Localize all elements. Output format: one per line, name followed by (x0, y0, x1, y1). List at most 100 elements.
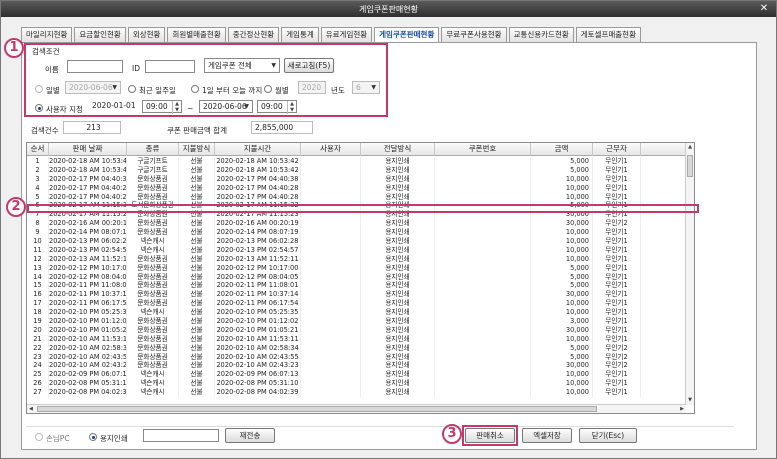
tab-3[interactable]: 회원별매출현황 (167, 27, 226, 42)
scroll-thumb[interactable] (687, 155, 693, 177)
table-row[interactable]: 14 2020-02-12 PM 08:04:05 문화상품권 선불 2020-02-1… (27, 272, 686, 282)
reissue-input[interactable] (143, 429, 219, 442)
table-cell (301, 254, 361, 264)
table-cell: 용지인쇄 (361, 183, 435, 193)
table-cell: 2020-02-17 PM 04:40:28 (49, 192, 127, 202)
tab-0[interactable]: 마일리지현황 (21, 27, 73, 42)
tab-2[interactable]: 외상현황 (127, 27, 166, 42)
table-cell (435, 299, 531, 309)
tab-8[interactable]: 무료쿠폰사용현황 (441, 27, 507, 42)
scroll-up-icon[interactable]: ▲ (686, 143, 694, 152)
table-cell: 10 (27, 237, 49, 246)
table-row[interactable]: 4 2020-02-17 PM 04:40:28 문화상품권 선불 2020-02-17… (27, 183, 686, 193)
table-cell: 2020-02-13 PM 06:02:28 (49, 237, 127, 246)
paper-radio[interactable] (89, 433, 97, 441)
scroll-left-icon[interactable]: ◀ (29, 405, 33, 413)
table-cell (301, 263, 361, 273)
table-cell: 무인기1 (593, 157, 641, 166)
close-icon[interactable]: ✕ (758, 3, 770, 14)
sales-table: 순서 판매 날짜 종류 지불방식 지불시간 사용자 전달방식 쿠폰번호 금액 근무자 1 2020-… (26, 142, 695, 414)
vertical-scrollbar[interactable]: ▲ ▼ (685, 143, 694, 405)
scroll-right-icon[interactable]: ▶ (680, 405, 684, 413)
table-row[interactable]: 24 2020-02-10 AM 02:43:23 문화상품권 선불 2020-02-1… (27, 361, 686, 371)
table-cell: 10,000 (531, 228, 593, 238)
table-cell: 2 (27, 165, 49, 175)
table-cell: 용지인쇄 (361, 272, 435, 282)
table-cell: 넥슨캐시 (127, 370, 179, 380)
reissue-button[interactable]: 재전송 (225, 428, 275, 443)
table-row[interactable]: 16 2020-02-11 PM 10:37:14 문화상품권 선불 2020-02-1… (27, 290, 686, 300)
table-row[interactable]: 25 2020-02-09 PM 06:07:13 넥슨캐시 선불 2020-02-09… (27, 370, 686, 380)
table-row[interactable]: 11 2020-02-13 PM 02:54:57 넥슨캐시 선불 2020-02-13… (27, 245, 686, 255)
table-row[interactable]: 23 2020-02-10 AM 02:43:55 문화상품권 선불 2020-02-1… (27, 352, 686, 362)
table-cell (301, 388, 361, 398)
table-cell: 18 (27, 308, 49, 318)
table-row[interactable]: 20 2020-02-10 PM 01:05:21 문화상품권 선불 2020-02-1… (27, 325, 686, 335)
table-row[interactable]: 5 2020-02-17 PM 04:40:28 문화상품권 선불 2020-02-17… (27, 192, 686, 202)
table-cell: 선불 (179, 379, 215, 389)
table-row[interactable]: 26 2020-02-08 PM 05:31:10 넥슨캐시 선불 2020-02-08… (27, 379, 686, 389)
table-row[interactable]: 17 2020-02-11 PM 06:17:54 문화상품권 선불 2020-02-1… (27, 299, 686, 309)
pc-radio[interactable] (35, 433, 43, 441)
column-header[interactable]: 금액 (531, 143, 593, 156)
table-cell: 2020-02-13 PM 02:54:57 (215, 245, 301, 255)
table-cell: 무인기1 (593, 317, 641, 326)
table-cell (301, 245, 361, 255)
tab-10[interactable]: 게토셀프매출현황 (575, 27, 641, 42)
annotation-number-1: 1 (4, 38, 24, 58)
table-cell: 용지인쇄 (361, 361, 435, 371)
table-row[interactable]: 2 2020-02-18 AM 10:53:42 구글기프트 선불 2020-02-18… (27, 165, 686, 175)
column-header[interactable]: 쿠폰번호 (435, 143, 531, 156)
scroll-thumb[interactable] (37, 406, 597, 412)
column-header[interactable]: 판매 날짜 (49, 143, 127, 156)
table-cell: 문화상품권 (127, 219, 179, 229)
table-row[interactable]: 13 2020-02-12 PM 10:17:00 문화상품권 선불 2020-02-1… (27, 263, 686, 273)
column-header[interactable]: 전달방식 (361, 143, 435, 156)
excel-save-button[interactable]: 엑셀저장 (522, 428, 572, 443)
table-row[interactable]: 1 2020-02-18 AM 10:53:42 구글기프트 선불 2020-02-18… (27, 157, 686, 166)
table-cell: 17 (27, 299, 49, 309)
table-cell (301, 272, 361, 282)
scroll-down-icon[interactable]: ▼ (686, 396, 694, 405)
table-cell: 5,000 (531, 343, 593, 353)
column-header[interactable]: 지불방식 (179, 143, 215, 156)
table-row[interactable]: 12 2020-02-13 AM 11:52:11 문화상품권 선불 2020-02-1… (27, 254, 686, 264)
table-cell: 19 (27, 317, 49, 326)
table-cell: 2020-02-11 PM 06:17:54 (49, 299, 127, 309)
column-header[interactable]: 순서 (27, 143, 49, 156)
table-cell (301, 157, 361, 166)
close-button[interactable]: 닫기(Esc) (579, 428, 637, 443)
column-header[interactable]: 근무자 (593, 143, 641, 156)
table-cell: 선불 (179, 272, 215, 282)
table-row[interactable]: 19 2020-02-10 PM 01:12:02 문화상품권 선불 2020-02-1… (27, 317, 686, 326)
table-row[interactable]: 9 2020-02-14 PM 08:07:19 문화상품권 선불 2020-02-14… (27, 228, 686, 238)
tab-1[interactable]: 요금할인현황 (74, 27, 126, 42)
table-cell: 2020-02-08 PM 04:02:39 (215, 388, 301, 398)
tab-7[interactable]: 게임쿠폰판매현황 (374, 27, 440, 43)
table-cell: 21 (27, 334, 49, 344)
table-row[interactable]: 15 2020-02-11 PM 11:08:01 문화상품권 선불 2020-02-1… (27, 281, 686, 291)
table-row[interactable]: 21 2020-02-10 AM 11:53:11 문화상품권 선불 2020-02-1… (27, 334, 686, 344)
table-row[interactable]: 8 2020-02-16 AM 00:20:19 문화상품권 선불 2020-02-16… (27, 219, 686, 229)
column-header[interactable]: 사용자 (301, 143, 361, 156)
horizontal-scrollbar[interactable]: ◀ ▶ (27, 404, 686, 413)
column-header[interactable]: 지불시간 (215, 143, 301, 156)
table-row[interactable]: 10 2020-02-13 PM 06:02:28 넥슨캐시 선불 2020-02-13… (27, 237, 686, 246)
tab-6[interactable]: 유료게임현황 (320, 27, 373, 42)
table-cell: 10,000 (531, 308, 593, 318)
table-cell: 무인기1 (593, 308, 641, 318)
tab-5[interactable]: 게임통계 (281, 27, 319, 42)
tab-4[interactable]: 중간정산현황 (227, 27, 280, 42)
table-row[interactable]: 3 2020-02-17 PM 04:40:38 문화상품권 선불 2020-02-17… (27, 174, 686, 184)
table-cell: 2020-02-14 PM 08:07:19 (49, 228, 127, 238)
table-row[interactable]: 27 2020-02-08 PM 04:02:39 넥슨캐시 선불 2020-02-08… (27, 388, 686, 398)
table-cell: 무인기1 (593, 281, 641, 291)
table-cell: 용지인쇄 (361, 165, 435, 175)
table-row[interactable]: 18 2020-02-10 PM 05:25:35 넥슨캐시 선불 2020-02-10… (27, 308, 686, 318)
table-cell (301, 165, 361, 175)
tab-9[interactable]: 교통신용카드현황 (508, 27, 574, 42)
table-cell: 넥슨캐시 (127, 308, 179, 318)
table-row[interactable]: 22 2020-02-10 AM 02:58:34 문화상품권 선불 2020-02-1… (27, 343, 686, 353)
column-header[interactable]: 종류 (127, 143, 179, 156)
pc-radio-label: 손님PC (46, 434, 70, 443)
